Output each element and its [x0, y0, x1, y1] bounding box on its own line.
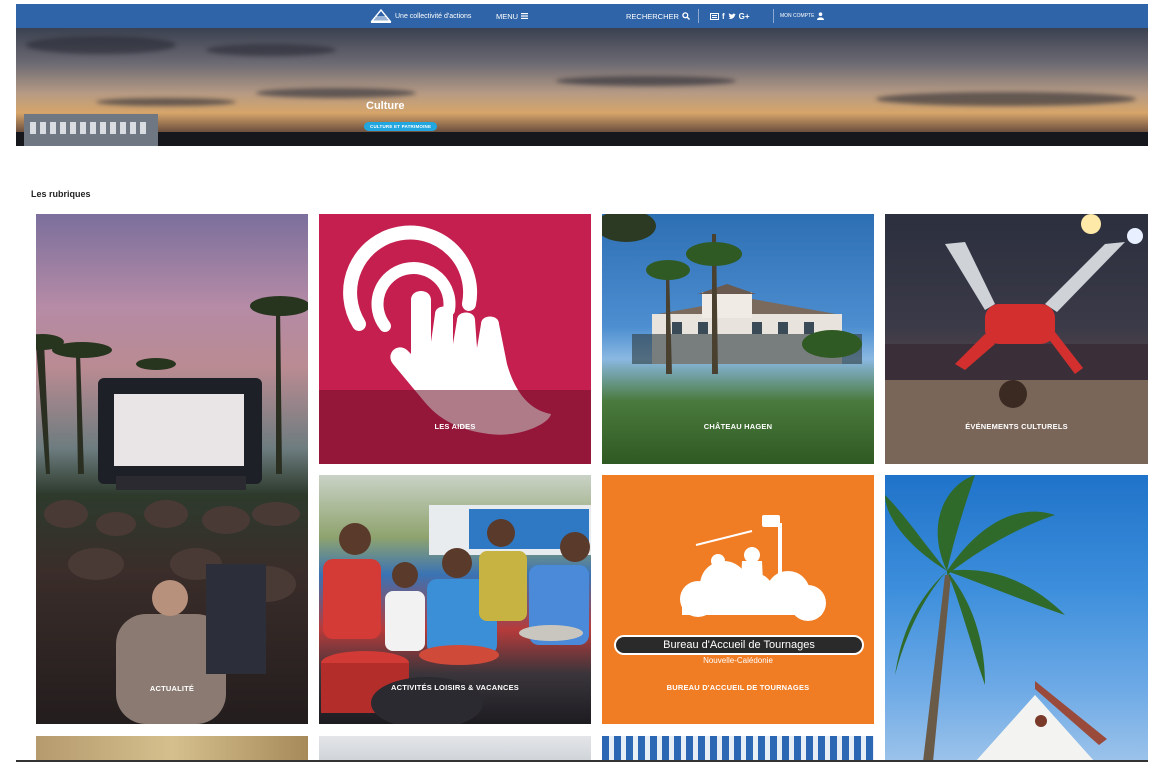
- bureau-logo-subtitle: Nouvelle-Calédonie: [703, 656, 773, 665]
- social-links: f G+: [710, 4, 750, 28]
- tile-chateau-hagen[interactable]: CHÂTEAU HAGEN: [602, 214, 874, 464]
- hero-banner: Culture CULTURE ET PATRIMOINE: [16, 28, 1148, 146]
- bureau-logo-text: Bureau d'Accueil de Tournages: [663, 639, 815, 651]
- tile-label: ACTIVITÉS LOISIRS & VACANCES: [391, 683, 519, 692]
- palm-tree-photo: [885, 475, 1107, 762]
- tile-bureau-accueil-tournages[interactable]: Bureau d'Accueil de Tournages Nouvelle-C…: [602, 475, 874, 724]
- tile-activites-loisirs-vacances[interactable]: ACTIVITÉS LOISIRS & VACANCES: [319, 475, 591, 724]
- province-logo-icon: [370, 8, 392, 24]
- google-plus-icon[interactable]: G+: [739, 12, 750, 21]
- site-tagline: Une collectivité d'actions: [395, 12, 472, 20]
- hero-cloud: [876, 92, 1136, 106]
- hero-cloud: [26, 36, 176, 54]
- tile-label: LES AIDES: [434, 422, 476, 431]
- tile-label: ÉVÉNEMENTS CULTURELS: [965, 422, 1068, 431]
- page: Une collectivité d'actions MENU RECHERCH…: [0, 0, 1154, 762]
- hamburger-icon: [521, 13, 529, 19]
- hero-ground: [16, 132, 1148, 146]
- account-button[interactable]: MON COMPTE: [780, 4, 825, 28]
- cinema-photo: [36, 296, 308, 724]
- tile-actualite[interactable]: ACTUALITÉ: [36, 214, 308, 724]
- tile-label: BUREAU D'ACCUEIL DE TOURNAGES: [666, 683, 810, 692]
- category-badge[interactable]: CULTURE ET PATRIMOINE: [364, 122, 438, 131]
- hero-cloud: [96, 98, 236, 106]
- page-title: Culture: [366, 100, 405, 112]
- menu-label: MENU: [496, 11, 519, 21]
- menu-button[interactable]: MENU: [496, 4, 529, 28]
- hero-cloud: [256, 88, 416, 98]
- tile-palm-photo[interactable]: [885, 475, 1148, 762]
- tile-label: CHÂTEAU HAGEN: [703, 422, 773, 431]
- newsletter-icon[interactable]: [710, 12, 719, 20]
- site-logo-link[interactable]: Une collectivité d'actions: [370, 4, 471, 28]
- hero-building: [24, 114, 158, 146]
- tile-les-aides[interactable]: LES AIDES: [319, 214, 591, 464]
- search-button[interactable]: RECHERCHER: [626, 4, 690, 28]
- hero-cloud: [206, 44, 336, 56]
- tile-row3-left[interactable]: [36, 736, 308, 762]
- tile-label: ACTUALITÉ: [149, 684, 195, 693]
- search-label: RECHERCHER: [626, 11, 679, 21]
- account-label: MON COMPTE: [780, 13, 815, 19]
- twitter-icon[interactable]: [728, 12, 736, 20]
- search-icon: [682, 12, 690, 20]
- film-crew-icon: [680, 515, 826, 621]
- user-icon: [817, 12, 825, 20]
- bureau-logo-banner: Bureau d'Accueil de Tournages: [614, 635, 864, 655]
- hero-cloud: [556, 76, 736, 86]
- section-heading: Les rubriques: [31, 189, 91, 199]
- nav-divider: [698, 9, 699, 23]
- nav-divider: [773, 9, 774, 23]
- tile-row3-middle[interactable]: [319, 736, 591, 762]
- facebook-icon[interactable]: f: [722, 12, 725, 21]
- tile-evenements-culturels[interactable]: ÉVÉNEMENTS CULTURELS: [885, 214, 1148, 464]
- tile-row3-right[interactable]: [602, 736, 874, 762]
- top-navigation-bar: Une collectivité d'actions MENU RECHERCH…: [16, 4, 1148, 28]
